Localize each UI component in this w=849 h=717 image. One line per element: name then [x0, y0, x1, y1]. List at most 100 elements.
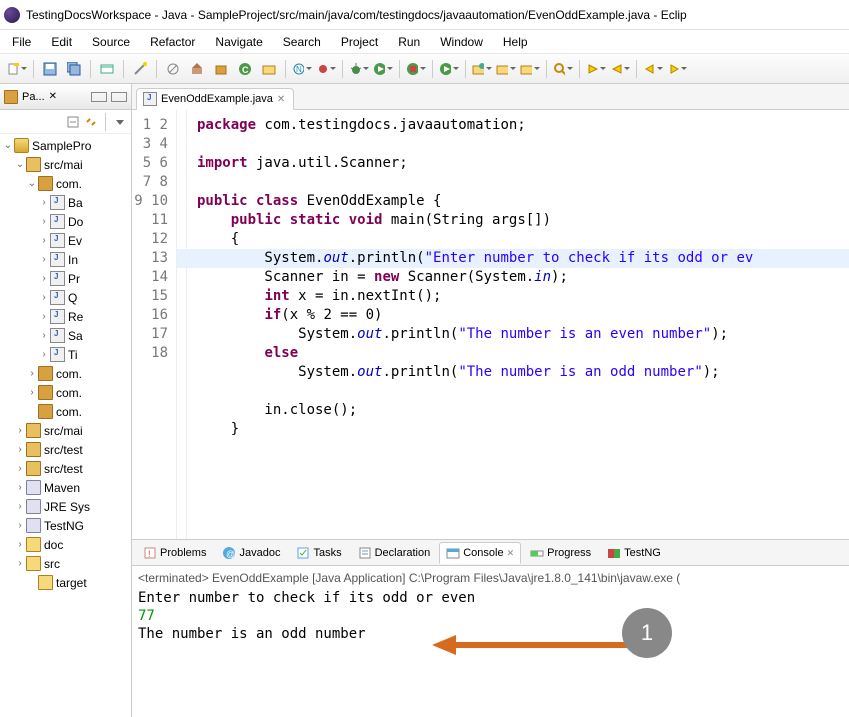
tree-arrow-icon[interactable] — [38, 273, 50, 284]
new-java-package-button[interactable] — [495, 58, 517, 80]
tree-arrow-icon[interactable] — [2, 140, 14, 151]
menu-edit[interactable]: Edit — [43, 33, 80, 51]
tree-arrow-icon[interactable] — [38, 330, 50, 341]
open-type-button[interactable]: N — [291, 58, 313, 80]
skip-breakpoints-button[interactable] — [162, 58, 184, 80]
tree-arrow-icon[interactable] — [14, 425, 26, 436]
tree-node[interactable]: com. — [0, 402, 131, 421]
tree-arrow-icon[interactable] — [14, 539, 26, 550]
tree-node[interactable]: JRE Sys — [0, 497, 131, 516]
new-button[interactable] — [6, 58, 28, 80]
menu-navigate[interactable]: Navigate — [207, 33, 270, 51]
tree-node[interactable]: TestNG — [0, 516, 131, 535]
tree-node[interactable]: src — [0, 554, 131, 573]
bottom-tab-declaration[interactable]: Declaration — [351, 542, 438, 564]
bottom-tab-problems[interactable]: !Problems — [136, 542, 213, 564]
next-annotation-button[interactable] — [585, 58, 607, 80]
tree-arrow-icon[interactable] — [14, 501, 26, 512]
tree-node[interactable]: doc — [0, 535, 131, 554]
tree-node[interactable]: Do — [0, 212, 131, 231]
bottom-tab-progress[interactable]: Progress — [523, 542, 598, 564]
tree-node[interactable]: src/test — [0, 440, 131, 459]
run-last-button[interactable] — [438, 58, 460, 80]
tree-arrow-icon[interactable] — [38, 254, 50, 265]
tree-arrow-icon[interactable] — [14, 463, 26, 474]
tree-node[interactable]: Sa — [0, 326, 131, 345]
tree-node[interactable]: com. — [0, 364, 131, 383]
tree-node[interactable]: Re — [0, 307, 131, 326]
tree-node[interactable]: Ba — [0, 193, 131, 212]
tree-arrow-icon[interactable] — [38, 235, 50, 246]
tree-node[interactable]: com. — [0, 174, 131, 193]
new-java-project-button[interactable] — [471, 58, 493, 80]
new-java-class-button[interactable] — [519, 58, 541, 80]
tree-node[interactable]: src/test — [0, 459, 131, 478]
editor-tab-active[interactable]: EvenOddExample.java ✕ — [136, 88, 294, 110]
debug-button[interactable] — [348, 58, 370, 80]
close-icon[interactable]: ✕ — [507, 548, 515, 559]
folder-button[interactable] — [258, 58, 280, 80]
bottom-tab-javadoc[interactable]: @Javadoc — [215, 542, 287, 564]
coverage-button[interactable] — [405, 58, 427, 80]
tree-node[interactable]: target — [0, 573, 131, 592]
menu-refactor[interactable]: Refactor — [142, 33, 203, 51]
view-menu-icon[interactable] — [113, 115, 127, 129]
tree-node[interactable]: src/mai — [0, 155, 131, 174]
build-button[interactable] — [186, 58, 208, 80]
link-editor-icon[interactable] — [84, 115, 98, 129]
tree-node[interactable]: Ti — [0, 345, 131, 364]
wand-button[interactable] — [129, 58, 151, 80]
bottom-tab-console[interactable]: Console✕ — [439, 542, 521, 564]
tree-arrow-icon[interactable] — [14, 444, 26, 455]
menu-window[interactable]: Window — [432, 33, 491, 51]
code-editor[interactable]: 1 2 3 4 5 6 7 8 9 10 11 12 13 14 15 16 1… — [132, 110, 849, 539]
save-button[interactable] — [39, 58, 61, 80]
search-button[interactable] — [552, 58, 574, 80]
close-icon[interactable]: ✕ — [277, 94, 285, 105]
tree-arrow-icon[interactable] — [38, 311, 50, 322]
menu-run[interactable]: Run — [390, 33, 428, 51]
forward-button[interactable] — [666, 58, 688, 80]
prev-annotation-button[interactable] — [609, 58, 631, 80]
tree-arrow-icon[interactable] — [38, 216, 50, 227]
tree-arrow-icon[interactable] — [14, 558, 26, 569]
menu-help[interactable]: Help — [495, 33, 536, 51]
new-class-button[interactable]: C — [234, 58, 256, 80]
menu-file[interactable]: File — [4, 33, 39, 51]
tree-arrow-icon[interactable] — [38, 349, 50, 360]
minimize-icon[interactable] — [91, 92, 107, 102]
save-all-button[interactable] — [63, 58, 85, 80]
tree-arrow-icon[interactable] — [26, 368, 38, 379]
tree-arrow-icon[interactable] — [38, 197, 50, 208]
tree-node[interactable]: Ev — [0, 231, 131, 250]
code-content[interactable]: package com.testingdocs.javaautomation; … — [187, 110, 849, 539]
project-tree[interactable]: SampleProsrc/maicom.BaDoEvInPrQReSaTicom… — [0, 134, 131, 717]
tree-node[interactable]: SamplePro — [0, 136, 131, 155]
tree-node[interactable]: Q — [0, 288, 131, 307]
tree-node[interactable]: In — [0, 250, 131, 269]
bottom-tab-testng[interactable]: TestNG — [600, 542, 668, 564]
console-view[interactable]: <terminated> EvenOddExample [Java Applic… — [132, 566, 849, 717]
tree-arrow-icon[interactable] — [14, 159, 26, 170]
tree-arrow-icon[interactable] — [26, 178, 38, 189]
tree-node[interactable]: com. — [0, 383, 131, 402]
tree-node[interactable]: Maven — [0, 478, 131, 497]
toggle-breadcrumb-button[interactable] — [96, 58, 118, 80]
run-button[interactable] — [372, 58, 394, 80]
close-icon[interactable]: ✕ — [49, 91, 57, 102]
new-package-button[interactable] — [210, 58, 232, 80]
tree-arrow-icon[interactable] — [26, 387, 38, 398]
back-button[interactable] — [642, 58, 664, 80]
open-task-button[interactable] — [315, 58, 337, 80]
collapse-all-icon[interactable] — [66, 115, 80, 129]
menu-search[interactable]: Search — [275, 33, 329, 51]
tree-arrow-icon[interactable] — [14, 520, 26, 531]
menu-project[interactable]: Project — [333, 33, 386, 51]
bottom-tab-tasks[interactable]: Tasks — [289, 542, 348, 564]
tree-node[interactable]: Pr — [0, 269, 131, 288]
menu-source[interactable]: Source — [84, 33, 138, 51]
tree-arrow-icon[interactable] — [38, 292, 50, 303]
maximize-icon[interactable] — [111, 92, 127, 102]
tree-node[interactable]: src/mai — [0, 421, 131, 440]
tree-arrow-icon[interactable] — [14, 482, 26, 493]
